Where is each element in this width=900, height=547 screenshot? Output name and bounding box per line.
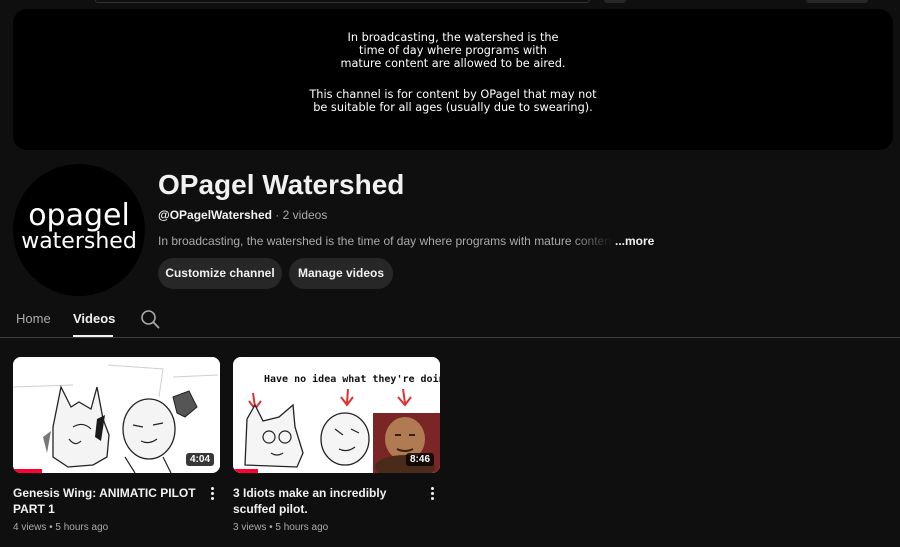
channel-meta: @OPagelWatershed · 2 videos [158,208,327,222]
video-thumbnail[interactable]: Have no idea what they're doing 8:46 [233,357,440,473]
more-vert-icon[interactable] [209,486,217,502]
video-card[interactable]: 4:04 Genesis Wing: ANIMATIC PILOT PART 1… [13,357,220,533]
avatar-text-line-1: opagel [28,198,130,233]
channel-tabs: Home Videos [0,300,900,338]
watch-progress-bar [233,469,258,473]
banner-paragraph-1: In broadcasting, the watershed is the ti… [340,31,566,70]
description-text: In broadcasting, the watershed is the ti… [158,234,613,248]
selected-tab-indicator [73,335,113,337]
tab-videos[interactable]: Videos [73,311,115,327]
video-title[interactable]: Genesis Wing: ANIMATIC PILOT PART 1 [13,485,198,517]
voice-search-button-edge[interactable] [604,0,626,3]
video-title[interactable]: 3 Idiots make an incredibly scuffed pilo… [233,485,418,517]
search-icon[interactable] [140,309,160,329]
avatar-text-line-2: watershed [21,229,137,254]
channel-avatar[interactable]: opagel watershed [13,164,145,296]
video-duration: 4:04 [185,453,214,466]
create-button-edge[interactable] [806,0,868,3]
channel-name: OPagel Watershed [158,169,405,200]
masthead-edge [0,0,900,8]
video-duration: 8:46 [405,453,434,466]
video-thumbnail[interactable]: 4:04 [13,357,220,473]
meta-separator: · [275,208,280,222]
thumbnail-caption: Have no idea what they're doing [264,373,440,385]
channel-handle: @OPagelWatershed [158,208,272,222]
banner-paragraph-2: This channel is for content by OPagel th… [309,88,597,114]
more-vert-icon[interactable] [429,486,437,502]
more-link[interactable]: ...more [615,234,654,248]
channel-banner: In broadcasting, the watershed is the ti… [13,9,893,150]
channel-description[interactable]: In broadcasting, the watershed is the ti… [158,234,654,248]
search-box-edge[interactable] [95,0,590,3]
customize-channel-button[interactable]: Customize channel [158,258,282,289]
tab-home[interactable]: Home [16,311,51,327]
video-card[interactable]: Have no idea what they're doing 8:46 3 I… [233,357,440,533]
video-count: 2 videos [282,208,328,222]
video-meta: 3 views • 5 hours ago [233,522,329,533]
video-meta: 4 views • 5 hours ago [13,522,109,533]
manage-videos-button[interactable]: Manage videos [289,258,393,289]
watch-progress-bar [13,469,42,473]
